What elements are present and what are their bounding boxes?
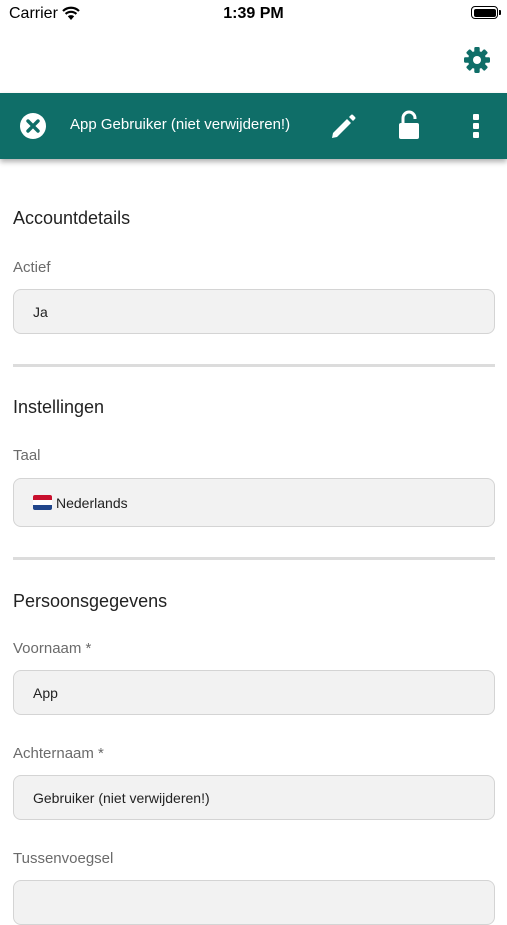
section-title-settings: Instellingen <box>13 397 105 417</box>
active-value: Ja <box>33 303 48 320</box>
last-name-value: Gebruiker (niet verwijderen!) <box>33 789 210 806</box>
netherlands-flag-icon <box>33 495 52 510</box>
last-name-label: Achternaam * <box>13 745 104 762</box>
section-divider <box>13 364 495 367</box>
status-time: 1:39 PM <box>223 5 284 22</box>
active-field[interactable]: Ja <box>13 289 495 334</box>
language-value: Nederlands <box>56 494 128 511</box>
pencil-icon[interactable] <box>327 110 359 142</box>
gear-icon[interactable] <box>461 44 493 76</box>
close-circle-icon[interactable] <box>19 112 47 140</box>
record-header-bar: App Gebruiker (niet verwijderen!) <box>0 93 507 159</box>
battery-icon <box>471 6 501 19</box>
active-label: Actief <box>13 259 51 276</box>
section-title-personal: Persoonsgegevens <box>13 591 168 611</box>
last-name-field[interactable]: Gebruiker (niet verwijderen!) <box>13 775 495 820</box>
language-label: Taal <box>13 447 41 464</box>
first-name-label: Voornaam * <box>13 640 92 657</box>
unlocked-icon[interactable] <box>395 109 423 141</box>
section-title-account: Accountdetails <box>13 208 131 228</box>
language-field[interactable]: Nederlands <box>13 478 495 527</box>
more-vertical-icon[interactable] <box>466 110 486 142</box>
first-name-value: App <box>33 684 58 701</box>
infix-label: Tussenvoegsel <box>13 850 114 867</box>
record-title: App Gebruiker (niet verwijderen!) <box>70 116 291 133</box>
first-name-field[interactable]: App <box>13 670 495 715</box>
section-divider <box>13 557 495 560</box>
status-bar: Carrier 1:39 PM <box>0 0 507 30</box>
infix-field[interactable] <box>13 880 495 925</box>
